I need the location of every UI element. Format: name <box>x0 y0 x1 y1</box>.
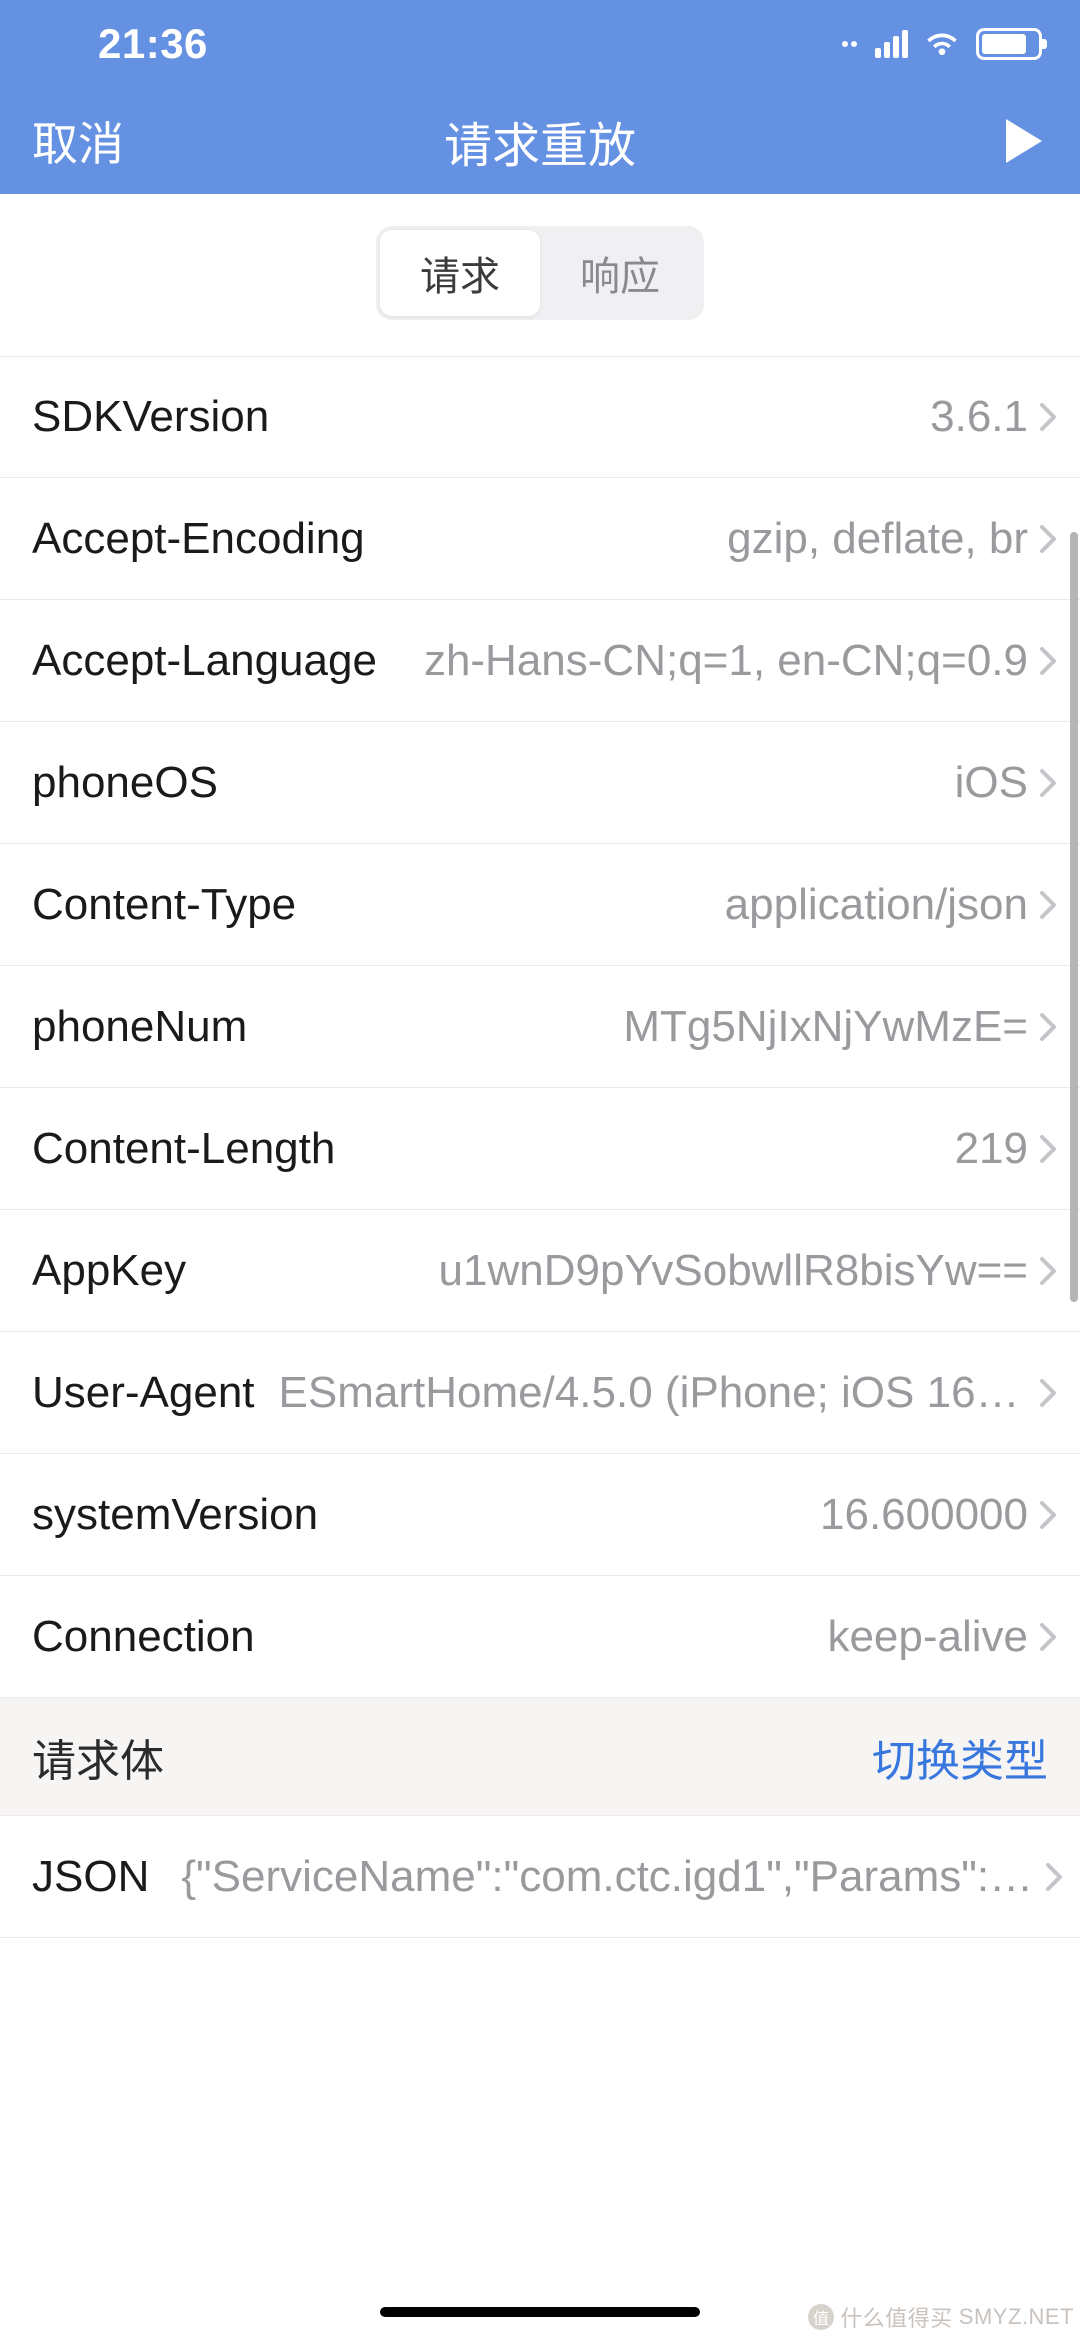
header-value: 3.6.1 <box>930 392 1028 442</box>
header-value: u1wnD9pYvSobwllR8bisYw== <box>439 1246 1028 1296</box>
chevron-right-icon <box>1028 1500 1068 1530</box>
body-section-title: 请求体 <box>32 1725 164 1789</box>
segmented-control: 请求 响应 <box>376 226 704 320</box>
header-row[interactable]: systemVersion 16.600000 <box>0 1454 1080 1576</box>
watermark-badge-icon: 值 <box>808 2304 834 2330</box>
header-row[interactable]: Content-Length 219 <box>0 1088 1080 1210</box>
wifi-icon <box>922 29 962 59</box>
chevron-right-icon <box>1028 768 1068 798</box>
scroll-indicator[interactable] <box>1070 532 1078 1302</box>
page-title: 请求重放 <box>444 106 636 176</box>
header-key: AppKey <box>32 1246 210 1296</box>
body-row[interactable]: JSON {"ServiceName":"com.ctc.igd1","Para… <box>0 1816 1080 1938</box>
body-row-value: {"ServiceName":"com.ctc.igd1","Params":[… <box>181 1852 1040 1902</box>
watermark: 值 什么值得买 SMYZ.NET <box>808 2301 1074 2333</box>
chevron-right-icon <box>1028 1378 1068 1408</box>
cellular-signal-icon <box>875 30 908 58</box>
body-row-key: JSON <box>32 1852 181 1902</box>
header-value: keep-alive <box>827 1612 1028 1662</box>
header-key: Content-Length <box>32 1124 359 1174</box>
header-row[interactable]: phoneNum MTg5NjIxNjYwMzE= <box>0 966 1080 1088</box>
switch-type-button[interactable]: 切换类型 <box>872 1725 1048 1789</box>
header-key: Accept-Language <box>32 636 401 686</box>
header-value: zh-Hans-CN;q=1, en-CN;q=0.9 <box>424 636 1028 686</box>
header-value: application/json <box>725 880 1028 930</box>
header-key: Connection <box>32 1612 279 1662</box>
header-row[interactable]: AppKey u1wnD9pYvSobwllR8bisYw== <box>0 1210 1080 1332</box>
chevron-right-icon <box>1028 402 1068 432</box>
home-indicator[interactable] <box>380 2307 700 2317</box>
battery-icon <box>976 28 1042 60</box>
segmented-control-wrap: 请求 响应 <box>0 194 1080 356</box>
nav-bar: 取消 请求重放 <box>0 88 1080 194</box>
tab-request[interactable]: 请求 <box>380 230 540 316</box>
header-value: MTg5NjIxNjYwMzE= <box>623 1002 1028 1052</box>
header-row[interactable]: Accept-Language zh-Hans-CN;q=1, en-CN;q=0… <box>0 600 1080 722</box>
play-button[interactable] <box>996 115 1048 167</box>
body-section-header: 请求体 切换类型 <box>0 1698 1080 1816</box>
chevron-right-icon <box>1028 646 1068 676</box>
header-row[interactable]: Content-Type application/json <box>0 844 1080 966</box>
header-row[interactable]: Connection keep-alive <box>0 1576 1080 1698</box>
chevron-right-icon <box>1040 1862 1080 1892</box>
header-key: Accept-Encoding <box>32 514 389 564</box>
header-row[interactable]: SDKVersion 3.6.1 <box>0 356 1080 478</box>
header-key: Content-Type <box>32 880 320 930</box>
header-key: SDKVersion <box>32 392 293 442</box>
status-time: 21:36 <box>98 20 208 68</box>
bottom-spacer <box>0 1938 1080 2337</box>
header-row[interactable]: phoneOS iOS <box>0 722 1080 844</box>
status-icons <box>842 28 1042 60</box>
header-value: 16.600000 <box>820 1490 1028 1540</box>
header-key: phoneOS <box>32 758 242 808</box>
header-key: phoneNum <box>32 1002 271 1052</box>
header-row[interactable]: User-AgentESmartHome/4.5.0 (iPhone; iOS … <box>0 1332 1080 1454</box>
chevron-right-icon <box>1028 1134 1068 1164</box>
header-value: ESmartHome/4.5.0 (iPhone; iOS 16.6; S… <box>279 1368 1028 1418</box>
play-icon <box>996 115 1048 167</box>
header-key: User-Agent <box>32 1368 279 1418</box>
chevron-right-icon <box>1028 1012 1068 1042</box>
chevron-right-icon <box>1028 524 1068 554</box>
header-value: iOS <box>955 758 1028 808</box>
header-row[interactable]: Accept-Encoding gzip, deflate, br <box>0 478 1080 600</box>
watermark-site: SMYZ.NET <box>959 2304 1074 2330</box>
dual-sim-dots-icon <box>842 41 857 47</box>
header-key: systemVersion <box>32 1490 342 1540</box>
watermark-text: 什么值得买 <box>840 2301 953 2333</box>
header-value: 219 <box>955 1124 1028 1174</box>
cancel-button[interactable]: 取消 <box>32 108 124 174</box>
status-bar: 21:36 <box>0 0 1080 88</box>
chevron-right-icon <box>1028 890 1068 920</box>
tab-response[interactable]: 响应 <box>540 230 700 316</box>
headers-list: SDKVersion 3.6.1 Accept-Encoding gzip, defl… <box>0 356 1080 1698</box>
chevron-right-icon <box>1028 1256 1068 1286</box>
header-value: gzip, deflate, br <box>727 514 1028 564</box>
chevron-right-icon <box>1028 1622 1068 1652</box>
